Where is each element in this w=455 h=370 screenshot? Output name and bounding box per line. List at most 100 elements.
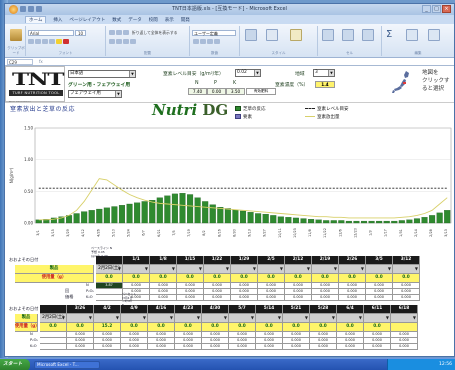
tab-data[interactable]: データ — [128, 17, 142, 23]
chevron-down-icon[interactable]: ▼ — [115, 91, 121, 97]
chevron-down-icon[interactable]: ▼ — [253, 265, 256, 273]
chevron-down-icon[interactable]: ▼ — [278, 314, 281, 322]
tab-insert[interactable]: 挿入 — [53, 17, 62, 23]
find-select-icon[interactable] — [428, 29, 440, 41]
conditional-format-icon[interactable] — [245, 29, 257, 41]
application-cell[interactable]: 0.0 — [364, 323, 391, 332]
chevron-down-icon[interactable]: ▼ — [388, 265, 391, 273]
chevron-down-icon[interactable]: ▼ — [332, 314, 335, 322]
currency-icon[interactable] — [193, 39, 199, 44]
product-select[interactable]: 2月2日(土) ▼ — [96, 265, 123, 274]
taskbar-excel-button[interactable]: Microsoft Excel - T... — [34, 361, 100, 369]
comma-icon[interactable] — [207, 39, 213, 44]
chevron-down-icon[interactable]: ▼ — [129, 71, 135, 77]
chevron-down-icon[interactable]: ▼ — [251, 314, 254, 322]
application-cell[interactable]: 0.0 — [121, 323, 148, 332]
application-cell[interactable]: 0.0 — [175, 323, 202, 332]
application-cell[interactable] — [391, 323, 418, 332]
product-select[interactable]: ▼ — [393, 265, 420, 274]
align-center-icon[interactable] — [116, 39, 122, 44]
application-cell[interactable]: 15.2 — [94, 323, 121, 332]
region-select[interactable]: 日本語 ▼ — [68, 70, 136, 78]
product-select[interactable]: ▼ — [285, 265, 312, 274]
chevron-down-icon[interactable]: ▼ — [172, 265, 175, 273]
product-select[interactable]: ▼ — [150, 265, 177, 274]
product-select[interactable]: ▼ — [229, 314, 256, 323]
chevron-down-icon[interactable]: ▼ — [62, 314, 65, 322]
application-cell[interactable]: 0.0 — [339, 274, 366, 283]
product-select[interactable]: ▼ — [337, 314, 364, 323]
product-select[interactable]: ▼ — [364, 314, 391, 323]
product-select[interactable]: ▼ — [256, 314, 283, 323]
chevron-down-icon[interactable]: ▼ — [307, 265, 310, 273]
tab-formulas[interactable]: 数式 — [112, 17, 121, 23]
number-format-select[interactable]: ユーザー定義 — [192, 30, 236, 36]
product-select[interactable]: ▼ — [312, 265, 339, 274]
delete-cells-icon[interactable] — [342, 29, 354, 41]
chevron-down-icon[interactable]: ▼ — [359, 314, 362, 322]
fill-color-icon[interactable] — [56, 39, 62, 44]
application-cell[interactable]: 0.0 — [337, 323, 364, 332]
align-top-icon[interactable] — [109, 30, 115, 35]
product-select[interactable]: ▼ — [67, 314, 94, 323]
product-select[interactable]: 2月2日(土) ▼ — [40, 314, 67, 323]
active-fertilizer-cell[interactable]: 有効肥料 — [246, 88, 276, 95]
maximize-icon[interactable]: □ — [432, 5, 441, 13]
product-select[interactable]: ▼ — [204, 265, 231, 274]
product-select[interactable]: ▼ — [283, 314, 310, 323]
product-select[interactable]: ▼ — [177, 265, 204, 274]
tab-developer[interactable]: 開発 — [181, 17, 190, 23]
align-left-icon[interactable] — [109, 39, 115, 44]
application-cell[interactable]: 0.0 — [204, 274, 231, 283]
application-cell[interactable]: 0.0 — [96, 274, 123, 283]
border-icon[interactable] — [49, 39, 55, 44]
tab-view[interactable]: 表示 — [165, 17, 174, 23]
application-cell[interactable]: 0.0 — [393, 274, 420, 283]
chevron-down-icon[interactable]: ▼ — [199, 265, 202, 273]
nitrogen-level-select[interactable]: 0.02 ▼ — [235, 69, 261, 77]
application-cell[interactable]: 0.0 — [202, 323, 229, 332]
application-cell[interactable]: 0.0 — [285, 274, 312, 283]
application-cell[interactable]: 0.0 — [312, 274, 339, 283]
product-select[interactable]: ▼ — [202, 314, 229, 323]
chevron-down-icon[interactable]: ▼ — [170, 314, 173, 322]
font-size-select[interactable]: 10 — [75, 30, 86, 36]
japan-map-icon[interactable] — [390, 70, 412, 94]
chevron-down-icon[interactable]: ▼ — [145, 265, 148, 273]
product-select[interactable]: ▼ — [310, 314, 337, 323]
align-middle-icon[interactable] — [116, 30, 122, 35]
nitrogen-chart[interactable]: 窒素放出と芝草の反応 Nutri DG 芝草の反応 窒素レベル目安 要素 窒素放… — [5, 101, 454, 257]
product-select[interactable]: ▼ — [94, 314, 121, 323]
product-select[interactable]: ▼ — [339, 265, 366, 274]
application-cell[interactable]: 0.0 — [150, 274, 177, 283]
paste-icon[interactable] — [10, 29, 22, 41]
chevron-down-icon[interactable]: ▼ — [143, 314, 146, 322]
application-cell[interactable]: 0.0 — [123, 274, 150, 283]
chevron-down-icon[interactable]: ▼ — [224, 314, 227, 322]
decimal-icon[interactable] — [214, 39, 220, 44]
bold-icon[interactable] — [28, 39, 34, 44]
format-as-table-icon[interactable] — [266, 29, 278, 41]
chevron-down-icon[interactable]: ▼ — [280, 265, 283, 273]
grass-select[interactable]: フェアウェイ用 ▼ — [68, 90, 122, 98]
application-cell[interactable]: 0.0 — [366, 274, 393, 283]
insert-cells-icon[interactable] — [322, 29, 334, 41]
worksheet[interactable]: TNT TURF NUTRITION TOOL Tom Christians 日… — [5, 66, 454, 356]
underline-icon[interactable] — [42, 39, 48, 44]
wrap-text-button[interactable]: 折り返して全体を表示する — [132, 30, 177, 36]
application-cell[interactable]: 0.0 — [231, 274, 258, 283]
fx-icon[interactable]: fx — [39, 58, 43, 65]
tab-home[interactable]: ホーム — [25, 16, 47, 23]
product-select[interactable]: ▼ — [391, 314, 418, 323]
chevron-down-icon[interactable]: ▼ — [254, 70, 260, 76]
application-cell[interactable]: 0.0 — [148, 323, 175, 332]
application-cell[interactable]: 0.0 — [40, 323, 67, 332]
title-bar[interactable]: TNT日本語版.xls - [互換モード] - Microsoft Excel … — [5, 4, 454, 15]
application-cell[interactable]: 0.0 — [67, 323, 94, 332]
font-name-select[interactable]: Arial — [28, 30, 74, 36]
product-select[interactable]: ▼ — [123, 265, 150, 274]
close-icon[interactable]: × — [442, 5, 451, 13]
tab-review[interactable]: 校閲 — [149, 17, 158, 23]
font-color-icon[interactable] — [63, 39, 69, 44]
sort-filter-icon[interactable] — [406, 29, 418, 41]
